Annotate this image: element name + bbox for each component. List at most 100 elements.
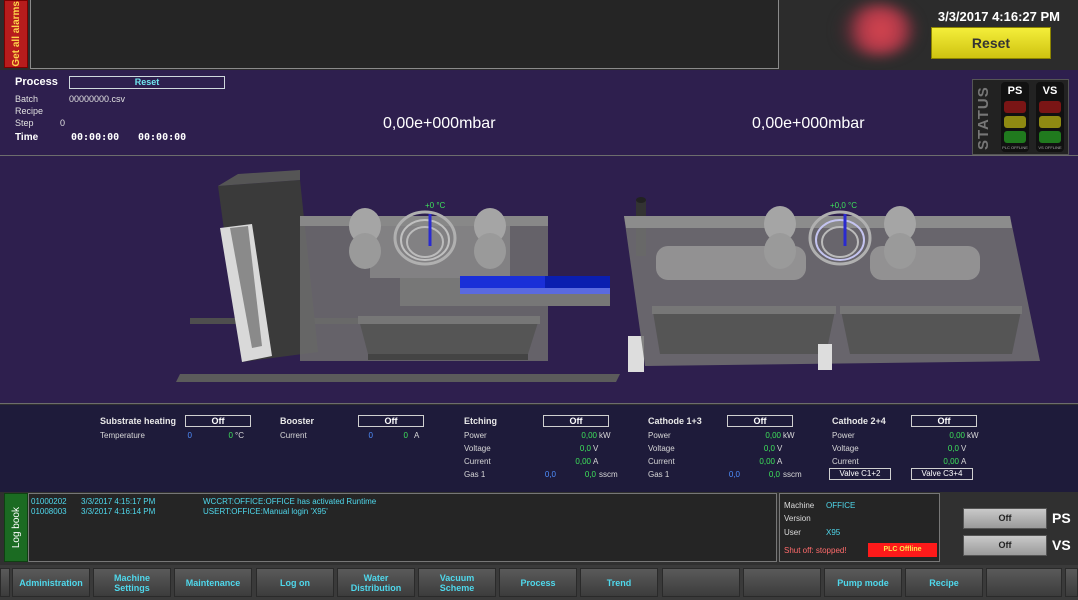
cathode24-title: Cathode 2+4 xyxy=(832,416,886,426)
machine-illustration xyxy=(176,170,1040,382)
substrate-heating-toggle[interactable]: Off xyxy=(185,415,251,427)
etching-power-unit: kW xyxy=(599,431,611,440)
cathode13-gas-actual: 0,0 xyxy=(768,470,780,479)
vs-yellow-lamp xyxy=(1039,116,1061,128)
nav-trend[interactable]: Trend xyxy=(580,568,658,597)
nav-label: Recipe xyxy=(929,577,959,588)
etching-toggle[interactable]: Off xyxy=(543,415,609,427)
nav-button-blank-1[interactable] xyxy=(662,568,740,597)
cathode13-gas-setpoint: 0,0 xyxy=(728,470,740,479)
logbook-tab-label: Log book xyxy=(10,506,22,549)
status-indicator: STATUS PS PLC OFFLINE VS VS OFFLINE xyxy=(972,79,1069,155)
cathode13-current-unit: A xyxy=(777,457,783,466)
valve-c34-button[interactable]: Valve C3+4 xyxy=(911,468,973,480)
pressure-left: 0,00e+000mbar xyxy=(383,115,496,132)
booster-title: Booster xyxy=(280,416,315,426)
cathode24-current-value: 0,00 xyxy=(943,457,959,466)
cathode24-power-value: 0,00 xyxy=(949,431,965,440)
log-entry-message: WCCRT:OFFICE:OFFICE has activated Runtim… xyxy=(203,497,377,506)
nav-label: Machine xyxy=(113,572,150,583)
cathode13-gas-label: Gas 1 xyxy=(648,470,670,479)
cathode24-voltage-unit: V xyxy=(961,444,967,453)
user-label: User xyxy=(784,528,801,537)
nav-button-blank-2[interactable] xyxy=(743,568,821,597)
vs-red-lamp xyxy=(1039,101,1061,113)
booster-current-unit: A xyxy=(414,431,420,440)
chamber2-temperature: +0,0 °C xyxy=(830,201,857,210)
nav-button-blank-left[interactable] xyxy=(0,568,10,597)
recipe-label: Recipe xyxy=(15,106,44,116)
nav-label: Process xyxy=(520,577,556,588)
nav-administration[interactable]: Administration xyxy=(12,568,90,597)
cathode13-voltage-unit: V xyxy=(777,444,783,453)
status-label: STATUS xyxy=(975,86,992,150)
machine-value: OFFICE xyxy=(826,501,856,510)
etching-voltage-label: Voltage xyxy=(464,444,491,453)
step-value: 0 xyxy=(60,118,66,128)
log-entry-time: 3/3/2017 4:15:17 PM xyxy=(81,497,156,506)
booster-current-label: Current xyxy=(280,431,307,440)
time-remaining: 00:00:00 xyxy=(138,132,187,143)
substrate-temperature-actual: 0 xyxy=(228,431,233,440)
vs-green-lamp xyxy=(1039,131,1061,143)
ps-yellow-lamp xyxy=(1004,116,1026,128)
step-label: Step xyxy=(15,118,34,128)
nav-label: Vacuum xyxy=(439,572,475,583)
cathode24-voltage-value: 0,0 xyxy=(947,444,959,453)
valve-c12-button[interactable]: Valve C1+2 xyxy=(829,468,891,480)
nav-label-2: Scheme xyxy=(439,582,475,593)
machine-info-panel: Machine OFFICE Version User X95 Shut off… xyxy=(779,493,940,562)
reset-alarms-button[interactable]: Reset xyxy=(931,27,1051,59)
time-elapsed: 00:00:00 xyxy=(71,132,120,143)
nav-label: Administration xyxy=(19,577,83,588)
booster-current-actual: 0 xyxy=(403,431,408,440)
nav-label: Water xyxy=(363,572,389,583)
nav-button-blank-3[interactable] xyxy=(986,568,1062,597)
nav-label-2: Settings xyxy=(114,582,150,593)
nav-recipe[interactable]: Recipe xyxy=(905,568,983,597)
logbook-panel[interactable]: 01000202 3/3/2017 4:15:17 PM WCCRT:OFFIC… xyxy=(28,493,777,562)
etching-gas-setpoint: 0,0 xyxy=(544,470,556,479)
nav-label: Trend xyxy=(606,577,632,588)
ps-pump-toggle[interactable]: Off xyxy=(963,508,1047,529)
cathode13-toggle[interactable]: Off xyxy=(727,415,793,427)
vs-pump-toggle[interactable]: Off xyxy=(963,535,1047,556)
alarm-list-panel[interactable] xyxy=(30,0,779,69)
logbook-tab[interactable]: Log book xyxy=(4,493,28,562)
nav-pump-mode[interactable]: Pump mode xyxy=(824,568,902,597)
nav-vacuum-scheme[interactable]: Vacuum Scheme xyxy=(418,568,496,597)
nav-log-on[interactable]: Log on xyxy=(256,568,334,597)
etching-gas-label: Gas 1 xyxy=(464,470,486,479)
blurred-logo xyxy=(838,4,916,56)
nav-water-distribution[interactable]: Water Distribution xyxy=(337,568,415,597)
cathode24-toggle[interactable]: Off xyxy=(911,415,977,427)
ps-status-sub: PLC OFFLINE xyxy=(1002,145,1028,150)
nav-button-blank-right[interactable] xyxy=(1065,568,1078,597)
process-header: Process Reset Batch 00000000.csv Recipe … xyxy=(0,70,1078,156)
substrate-temperature-unit: °C xyxy=(235,431,244,440)
etching-power-value: 0,00 xyxy=(581,431,597,440)
etching-gas-actual: 0,0 xyxy=(584,470,596,479)
batch-value: 00000000.csv xyxy=(69,94,126,104)
cathode24-power-unit: kW xyxy=(967,431,979,440)
process-reset-button[interactable]: Reset xyxy=(69,76,225,89)
log-entry-message: USERT:OFFICE:Manual login 'X95' xyxy=(203,507,328,516)
log-entry-time: 3/3/2017 4:16:14 PM xyxy=(81,507,156,516)
shutoff-status: Shut off: stopped! xyxy=(784,546,847,555)
nav-label-2: Distribution xyxy=(350,582,402,593)
cathode24-current-unit: A xyxy=(961,457,967,466)
booster-toggle[interactable]: Off xyxy=(358,415,424,427)
nav-process[interactable]: Process xyxy=(499,568,577,597)
nav-label: Pump mode xyxy=(837,577,889,588)
nav-machine-settings[interactable]: Machine Settings xyxy=(93,568,171,597)
nav-maintenance[interactable]: Maintenance xyxy=(174,568,252,597)
get-all-alarms-button[interactable]: Get all alarms xyxy=(4,0,28,68)
ps-red-lamp xyxy=(1004,101,1026,113)
cathode13-voltage-value: 0,0 xyxy=(763,444,775,453)
ps-status-light: PS PLC OFFLINE xyxy=(1001,82,1029,152)
hmi-root: Get all alarms 3/3/2017 4:16:27 PM Reset… xyxy=(0,0,1078,600)
substrate-heating-title: Substrate heating xyxy=(100,416,177,426)
get-all-alarms-label: Get all alarms xyxy=(10,1,22,67)
nav-label: Maintenance xyxy=(185,577,241,588)
substrate-temperature-label: Temperature xyxy=(100,431,145,440)
